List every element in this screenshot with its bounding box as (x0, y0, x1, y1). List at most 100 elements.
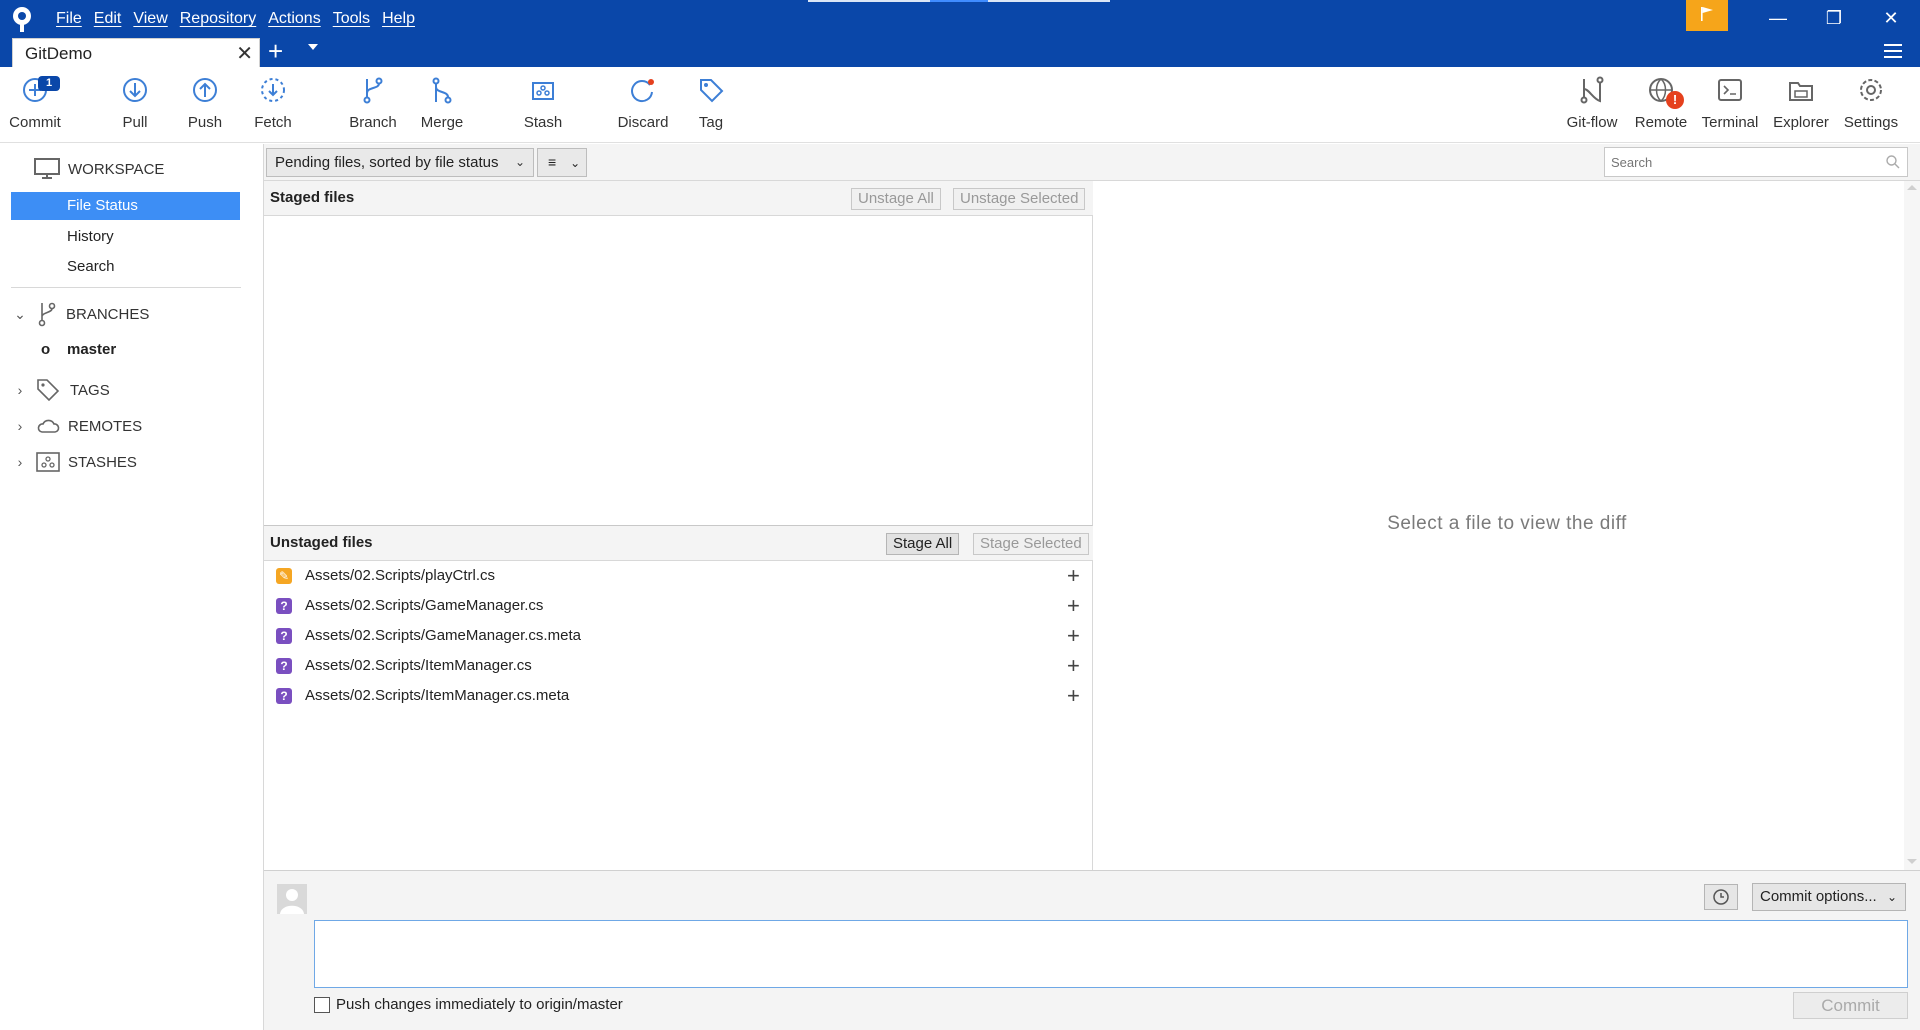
file-name: Assets/02.Scripts/ItemManager.cs.meta (305, 687, 570, 704)
file-name: Assets/02.Scripts/ItemManager.cs (305, 657, 532, 674)
stage-file-plus-icon[interactable]: + (1067, 593, 1080, 619)
close-window-button[interactable]: ✕ (1866, 4, 1916, 32)
staged-files-header: Staged files Unstage All Unstage Selecte… (264, 181, 1093, 216)
pull-button[interactable]: Pull (102, 75, 168, 139)
commit-history-button[interactable] (1704, 884, 1738, 910)
file-row[interactable]: ? Assets/02.Scripts/GameManager.cs + (264, 592, 1093, 622)
stage-file-plus-icon[interactable]: + (1067, 563, 1080, 589)
file-filter-label: Pending files, sorted by file status (275, 154, 499, 171)
file-row[interactable]: ? Assets/02.Scripts/ItemManager.cs + (264, 652, 1093, 682)
unstaged-files-title: Unstaged files (270, 534, 373, 551)
flag-button[interactable] (1686, 0, 1728, 31)
menu-actions[interactable]: Actions (262, 8, 326, 30)
branches-label: BRANCHES (66, 305, 150, 323)
diff-scrollbar[interactable] (1904, 181, 1920, 870)
stage-file-plus-icon[interactable]: + (1067, 683, 1080, 709)
view-mode-dropdown[interactable]: ≡ ⌄ (537, 148, 587, 177)
settings-button[interactable]: Settings (1838, 75, 1904, 139)
stage-file-plus-icon[interactable]: + (1067, 623, 1080, 649)
commit-toolbar-button[interactable]: 1 Commit (2, 75, 68, 139)
file-row[interactable]: ? Assets/02.Scripts/ItemManager.cs.meta … (264, 682, 1093, 712)
chevron-down-icon: ⌄ (570, 156, 581, 170)
sidebar-item-history[interactable]: History (11, 223, 240, 251)
search-input[interactable] (1605, 148, 1865, 176)
restore-button[interactable]: ❐ (1809, 4, 1859, 32)
chevron-right-icon[interactable]: › (12, 454, 28, 470)
staged-files-title: Staged files (270, 189, 355, 206)
workspace-header: WORKSPACE (34, 155, 164, 183)
chevron-down-icon: ⌄ (1886, 890, 1897, 904)
push-button[interactable]: Push (172, 75, 238, 139)
hamburger-menu-icon[interactable] (1884, 44, 1902, 62)
remotes-header[interactable]: › REMOTES (12, 412, 143, 440)
file-row[interactable]: ✎ Assets/02.Scripts/playCtrl.cs + (264, 562, 1093, 592)
git-flow-button[interactable]: Git-flow (1559, 75, 1625, 139)
chevron-down-icon[interactable]: ⌄ (12, 306, 28, 323)
file-row[interactable]: ? Assets/02.Scripts/GameManager.cs.meta … (264, 622, 1093, 652)
pull-icon (123, 78, 147, 102)
remote-alert-icon: ! (1666, 91, 1684, 109)
menu-bar: File Edit View Repository Actions Tools … (50, 8, 421, 30)
discard-button[interactable]: Discard (610, 75, 676, 139)
scroll-down-icon[interactable] (1907, 859, 1917, 864)
menu-file[interactable]: File (50, 8, 88, 30)
commit-badge: 1 (38, 76, 60, 91)
repo-tab[interactable]: GitDemo ✕ (12, 38, 260, 67)
avatar (277, 884, 307, 914)
commit-button[interactable]: Commit (1793, 992, 1908, 1019)
stash-label: Stash (523, 114, 563, 131)
commit-options-label: Commit options... (1760, 888, 1877, 905)
remote-button[interactable]: ! Remote (1628, 75, 1694, 139)
branches-header[interactable]: ⌄ BRANCHES (12, 300, 149, 328)
sidebar-item-search[interactable]: Search (11, 253, 240, 281)
pull-label: Pull (122, 114, 148, 131)
menu-edit[interactable]: Edit (88, 8, 128, 30)
remotes-label: REMOTES (68, 417, 143, 435)
stage-file-plus-icon[interactable]: + (1067, 653, 1080, 679)
user-avatar-icon (280, 889, 304, 914)
menu-repository[interactable]: Repository (174, 8, 262, 30)
clock-icon (1713, 889, 1729, 905)
search-box[interactable] (1604, 147, 1908, 177)
menu-help[interactable]: Help (376, 8, 421, 30)
merge-icon (432, 77, 452, 104)
commit-options-dropdown[interactable]: Commit options... ⌄ (1752, 883, 1906, 911)
stashes-header[interactable]: › STASHES (12, 448, 137, 476)
tag-button[interactable]: Tag (678, 75, 744, 139)
push-immediately-checkbox[interactable]: Push changes immediately to origin/maste… (314, 996, 623, 1013)
minimize-button[interactable]: — (1753, 4, 1803, 32)
commit-label: Commit (9, 114, 61, 131)
stage-all-button[interactable]: Stage All (886, 533, 960, 555)
explorer-button[interactable]: Explorer (1768, 75, 1834, 139)
fetch-button[interactable]: Fetch (240, 75, 306, 139)
add-tab-button[interactable]: + (268, 36, 283, 66)
modified-file-icon: ✎ (276, 568, 292, 584)
tags-header[interactable]: › TAGS (12, 376, 110, 404)
unstage-selected-button[interactable]: Unstage Selected (953, 188, 1086, 210)
stage-selected-button[interactable]: Stage Selected (973, 533, 1089, 555)
checkbox[interactable] (314, 996, 330, 1013)
unstaged-files-header: Unstaged files Stage All Stage Selected (264, 526, 1093, 561)
unstage-all-button[interactable]: Unstage All (851, 188, 941, 210)
chevron-right-icon[interactable]: › (12, 418, 28, 434)
sidebar-item-branch-master[interactable]: o master (11, 336, 240, 364)
tab-close-icon[interactable]: ✕ (236, 41, 253, 66)
list-view-icon: ≡ (548, 154, 557, 170)
commit-message-input[interactable] (314, 920, 1908, 988)
branch-button[interactable]: Branch (340, 75, 406, 139)
terminal-button[interactable]: Terminal (1697, 75, 1763, 139)
file-filter-dropdown[interactable]: Pending files, sorted by file status ⌄ (266, 148, 534, 177)
sidebar-item-file-status[interactable]: File Status (11, 192, 240, 220)
sidebar-divider (11, 287, 241, 288)
explorer-icon (1789, 82, 1813, 101)
branch-icon (363, 77, 383, 104)
stash-button[interactable]: Stash (510, 75, 576, 139)
tab-dropdown-icon[interactable] (308, 44, 318, 50)
menu-view[interactable]: View (127, 8, 173, 30)
stashes-label: STASHES (68, 453, 137, 471)
menu-tools[interactable]: Tools (327, 8, 376, 30)
chevron-right-icon[interactable]: › (12, 382, 28, 398)
merge-button[interactable]: Merge (409, 75, 475, 139)
fetch-icon (261, 78, 285, 102)
scroll-up-icon[interactable] (1907, 185, 1917, 190)
